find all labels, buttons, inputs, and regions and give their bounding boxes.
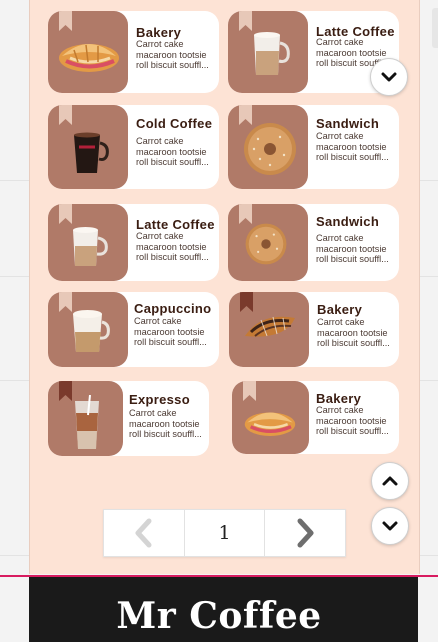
product-title: Expresso (129, 392, 190, 407)
product-card[interactable]: Cappuccino Carrot cake macaroon tootsie … (48, 292, 219, 367)
product-description: Carrot cake macaroon tootsie roll biscui… (129, 408, 202, 440)
bookmark-icon (59, 105, 72, 125)
next-page-button[interactable] (264, 510, 345, 556)
iced-coffee-glass-icon (75, 395, 99, 449)
product-card[interactable]: Latte Coffee Carrot cake macaroon tootsi… (48, 204, 219, 281)
product-thumbnail (48, 292, 128, 367)
product-card[interactable]: Cold Coffee Carrot cake macaroon tootsie… (48, 105, 219, 189)
latte-mug-icon (73, 227, 108, 266)
product-card[interactable]: Bakery Carrot cake macaroon tootsie roll… (229, 292, 399, 367)
product-thumbnail (228, 105, 308, 189)
product-title: Sandwich (316, 214, 380, 229)
chevron-down-icon (381, 72, 397, 82)
product-card[interactable]: Bakery Carrot cake macaroon tootsie roll… (48, 11, 219, 93)
pagination: 1 (103, 509, 346, 557)
product-title: Bakery (316, 391, 362, 406)
chevron-up-icon (382, 476, 398, 486)
prev-page-button[interactable] (104, 510, 184, 556)
product-description: Carrot cake macaroon tootsie roll biscui… (134, 316, 207, 348)
product-thumbnail (48, 105, 128, 189)
croissant-icon (244, 412, 296, 436)
product-card[interactable]: Bakery Carrot cake macaroon tootsie roll… (232, 381, 399, 454)
product-thumbnail (48, 204, 128, 281)
product-thumbnail (228, 204, 308, 281)
edge-tab (432, 8, 438, 48)
bagel-sandwich-icon (244, 123, 296, 175)
scroll-down-button[interactable] (370, 58, 408, 96)
product-thumbnail (48, 381, 123, 456)
product-description: Carrot cake macaroon tootsie roll biscui… (136, 39, 209, 71)
black-coffee-cup-icon (74, 132, 109, 173)
product-description: Carrot cake macaroon tootsie roll biscui… (316, 233, 389, 265)
chocolate-croissant-icon (245, 316, 295, 337)
product-title: Cappuccino (134, 301, 212, 316)
product-title: Sandwich (316, 116, 380, 131)
page-number[interactable]: 1 (183, 510, 265, 556)
bookmark-icon (239, 204, 252, 224)
product-card[interactable]: Sandwich Carrot cake macaroon tootsie ro… (228, 105, 399, 189)
bookmark-icon (243, 381, 256, 401)
scroll-down-button[interactable] (371, 507, 409, 545)
scroll-up-button[interactable] (371, 462, 409, 500)
product-description: Carrot cake macaroon tootsie roll biscui… (317, 317, 390, 349)
product-title: Cold Coffee (136, 116, 213, 131)
bookmark-icon (239, 11, 252, 31)
product-description: Carrot cake macaroon tootsie roll biscui… (136, 136, 209, 168)
chevron-right-icon (297, 518, 314, 548)
product-description: Carrot cake macaroon tootsie roll biscui… (316, 405, 389, 437)
current-page-label: 1 (218, 522, 231, 544)
product-card[interactable]: Expresso Carrot cake macaroon tootsie ro… (48, 381, 209, 456)
product-thumbnail (229, 292, 309, 367)
product-description: Carrot cake macaroon tootsie roll biscui… (136, 231, 209, 263)
cappuccino-cup-icon (73, 310, 110, 352)
latte-mug-icon (254, 32, 290, 75)
bookmark-icon (240, 292, 253, 312)
product-description: Carrot cake macaroon tootsie roll biscui… (316, 131, 389, 163)
bookmark-icon (59, 204, 72, 224)
product-title: Latte Coffee (136, 217, 215, 232)
bookmark-icon (59, 381, 72, 401)
product-title: Bakery (317, 302, 363, 317)
brand-title: Mr Coffee (116, 595, 322, 637)
product-card[interactable]: Sandwich Carrot cake macaroon tootsie ro… (228, 204, 399, 281)
chevron-left-icon (135, 518, 152, 548)
product-thumbnail (232, 381, 309, 454)
chevron-down-icon (382, 521, 398, 531)
croissant-icon (59, 44, 119, 72)
product-thumbnail (48, 11, 128, 93)
product-thumbnail (228, 11, 308, 93)
bagel-sandwich-icon (245, 223, 287, 265)
product-title: Bakery (136, 25, 182, 40)
